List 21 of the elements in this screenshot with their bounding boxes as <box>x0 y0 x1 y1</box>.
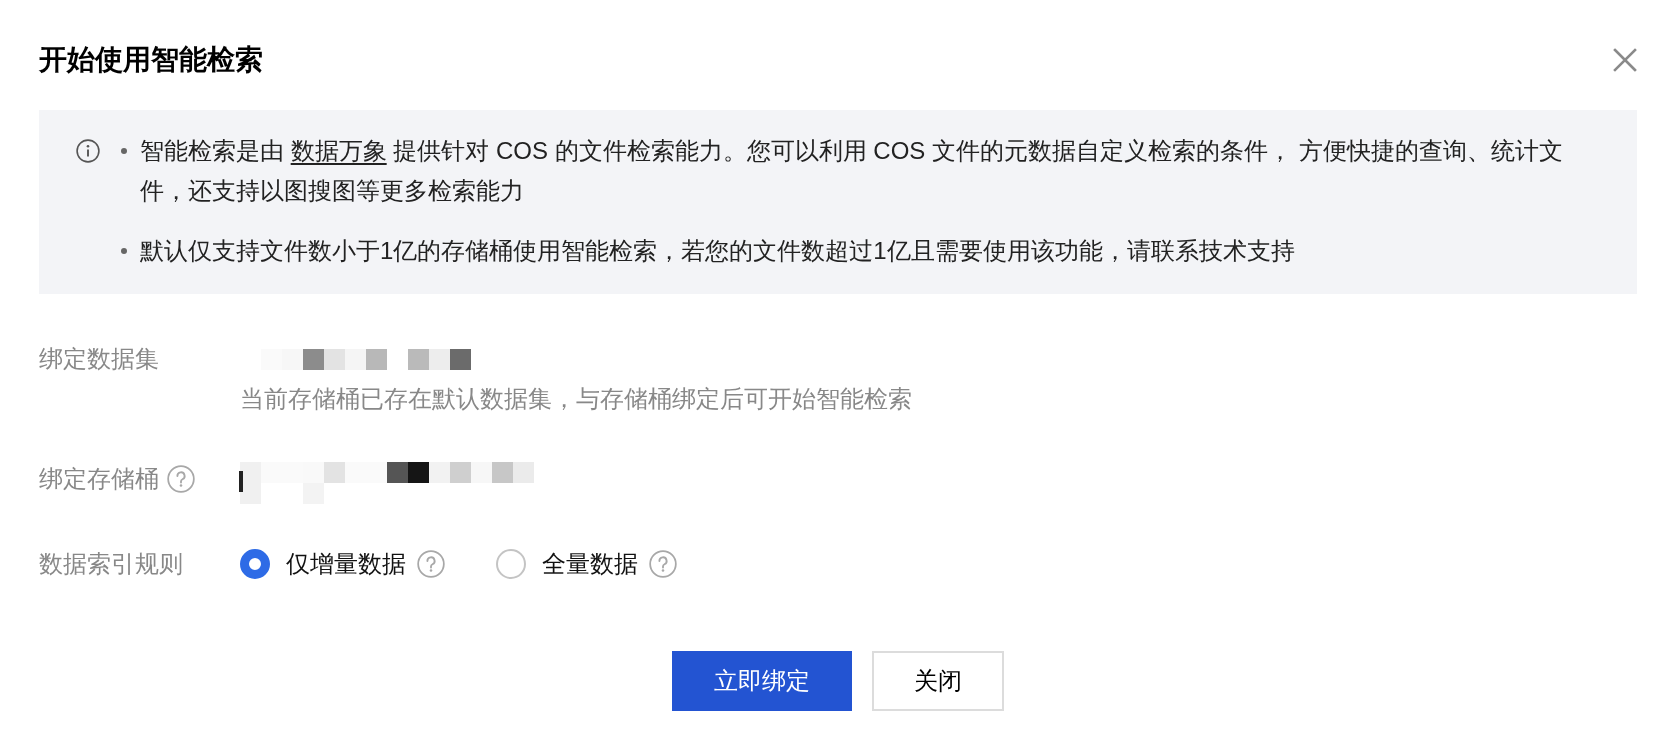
radio-option[interactable]: 仅增量数据 <box>240 544 406 584</box>
radio-icon[interactable] <box>240 549 270 579</box>
dialog-title: 开始使用智能检索 <box>39 43 263 77</box>
radio-icon[interactable] <box>496 549 526 579</box>
form-label: 绑定存储桶 <box>39 464 159 494</box>
notice-text: 智能检索是由 数据万象 提供针对 COS 的文件检索能力。您可以利用 COS 文件的元数据自定义检索的条件， 方便快捷的查询、统计文件，还支持以图搜图等更多检索能力 <box>140 136 1564 206</box>
form-label: 数据索引规则 <box>39 549 183 579</box>
product-link[interactable]: 数据万象 <box>290 137 387 164</box>
info-icon <box>76 139 100 163</box>
help-icon[interactable] <box>167 465 195 493</box>
form-label: 绑定数据集 <box>39 344 159 374</box>
bullet-icon <box>121 248 127 254</box>
hint-text: 当前存储桶已存在默认数据集，与存储桶绑定后可开始智能检索 <box>240 384 912 414</box>
bullet-icon <box>121 148 127 154</box>
close-button[interactable]: 关闭 <box>872 651 1004 711</box>
radio-option[interactable]: 全量数据 <box>496 544 638 584</box>
help-icon[interactable] <box>649 550 677 578</box>
close-icon[interactable] <box>1613 48 1637 72</box>
help-icon[interactable] <box>417 550 445 578</box>
notice-text: 默认仅支持文件数小于1亿的存储桶使用智能检索，若您的文件数超过1亿且需要使用该功能，请联系技术支持 <box>140 236 1295 266</box>
confirm-button[interactable]: 立即绑定 <box>672 651 852 711</box>
